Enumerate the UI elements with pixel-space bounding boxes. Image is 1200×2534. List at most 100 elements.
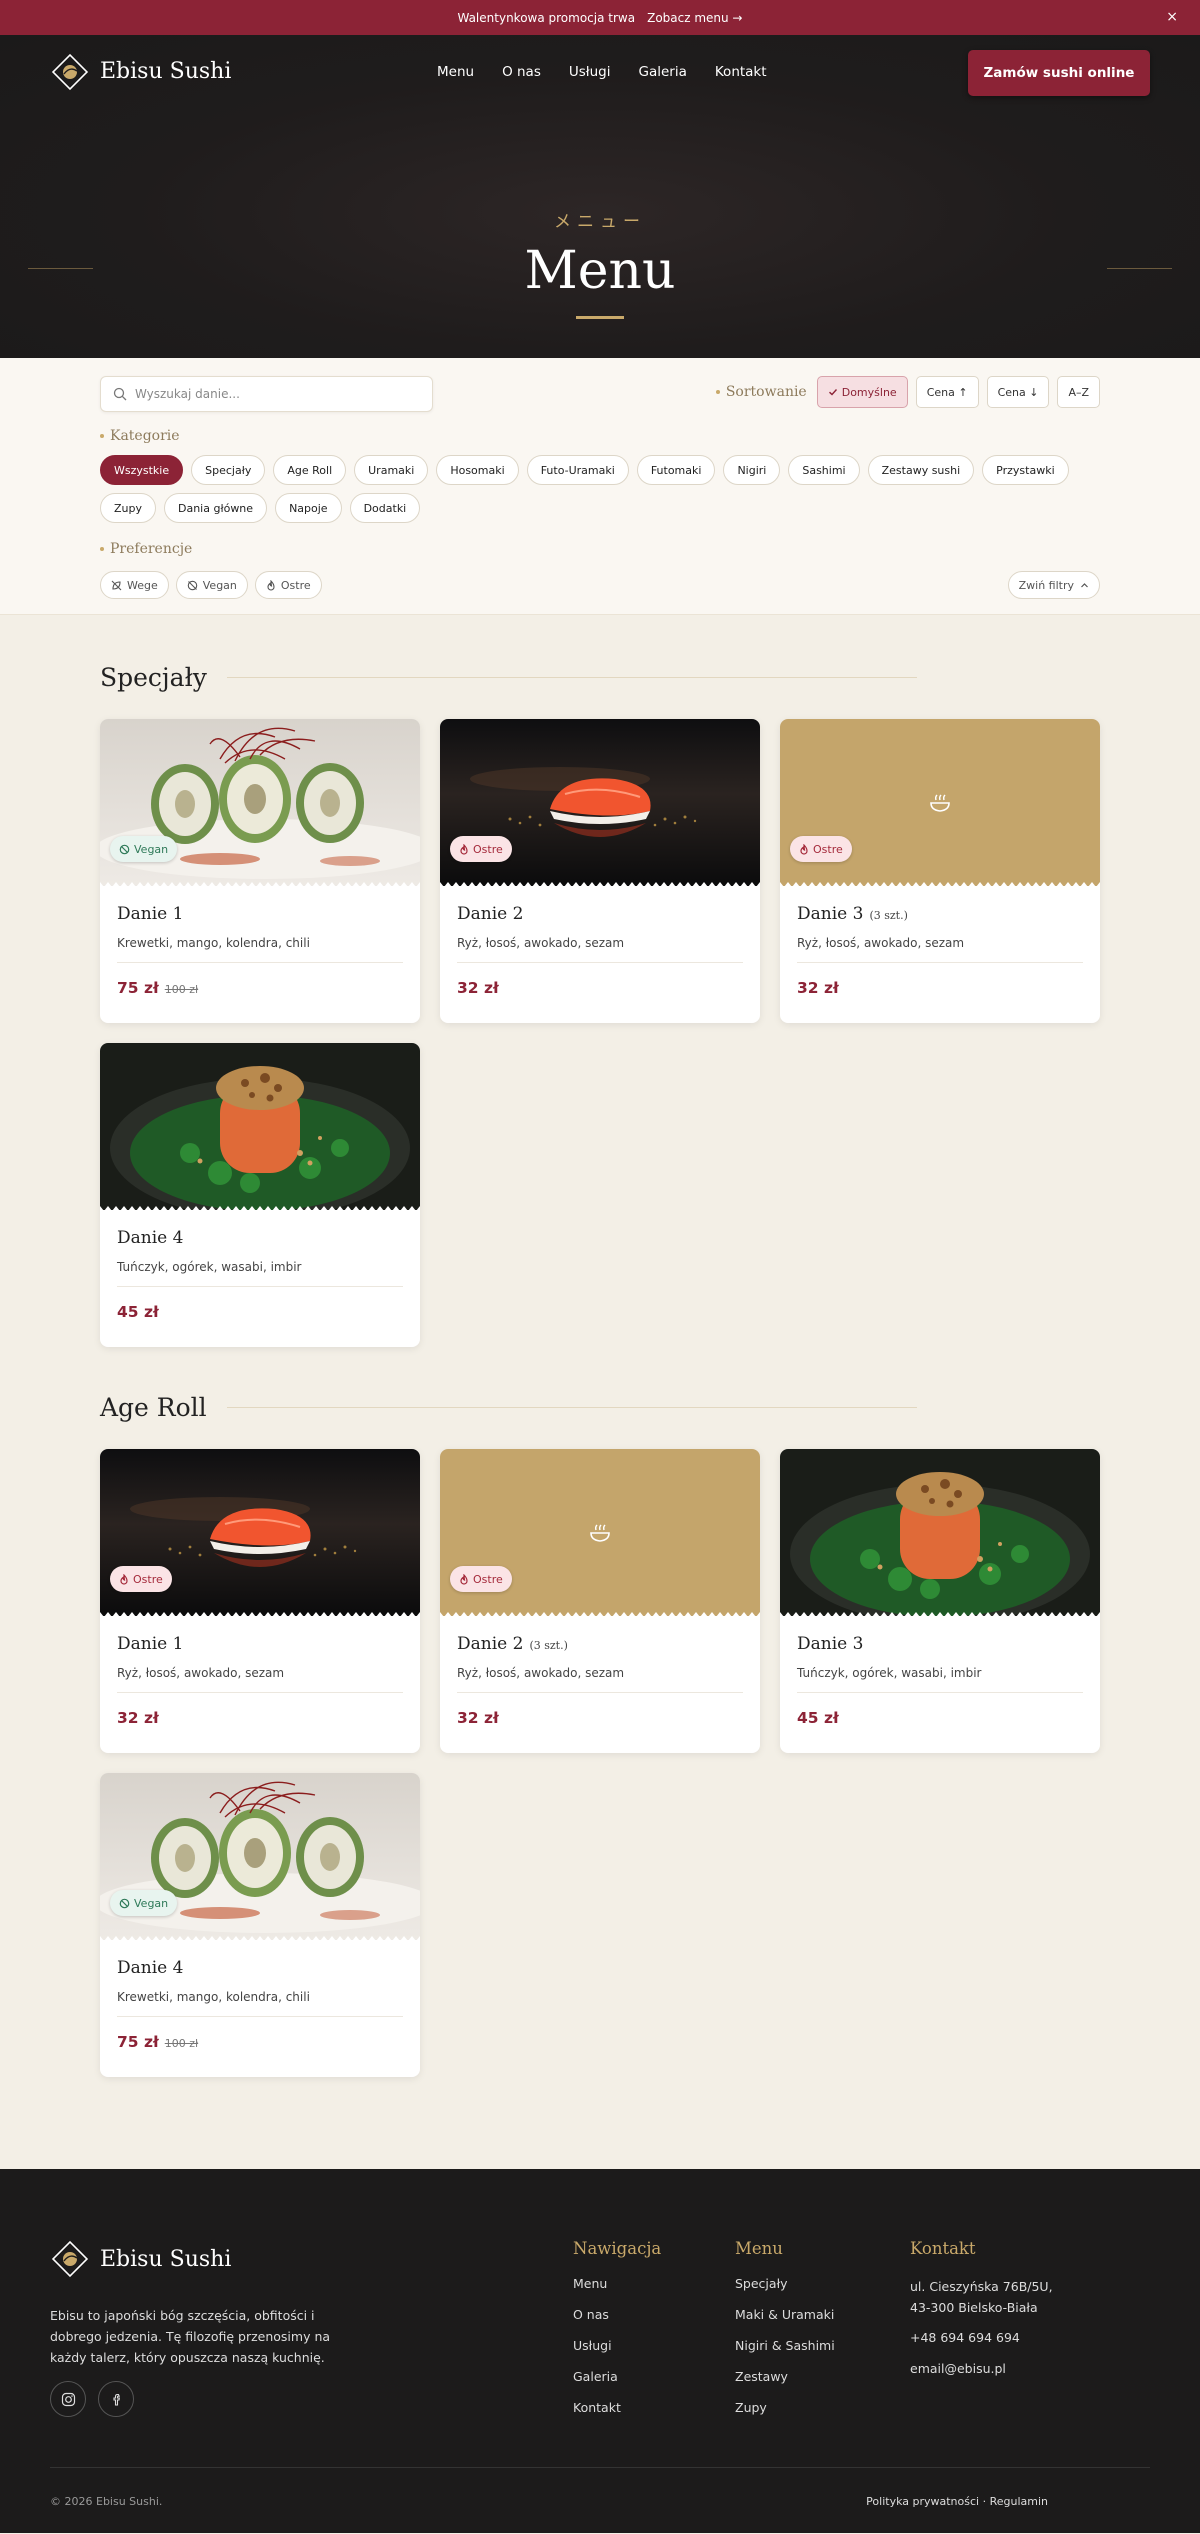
dish-price: 75 zł bbox=[117, 979, 159, 997]
footer-link[interactable]: Zestawy bbox=[735, 2369, 835, 2400]
chip-dania-glowne[interactable]: Dania główne bbox=[164, 493, 268, 523]
page-title: Menu bbox=[524, 241, 676, 301]
promo-text: Walentynkowa promocja trwa bbox=[457, 10, 636, 25]
dish-description: Ryż, łosoś, awokado, sezam bbox=[797, 936, 965, 950]
footer-link[interactable]: Kontakt bbox=[573, 2400, 661, 2431]
dish-image: Ostre bbox=[100, 1449, 420, 1616]
dish-old-price: 100 zł bbox=[164, 983, 199, 996]
nav-item-about[interactable]: O nas bbox=[502, 64, 541, 80]
dish-grid: Vegan Danie 1 Krewetki, mango, kolendra,… bbox=[100, 719, 1100, 1347]
facebook-icon[interactable] bbox=[98, 2381, 134, 2417]
chip-zupy[interactable]: Zupy bbox=[100, 493, 156, 523]
instagram-icon[interactable] bbox=[50, 2381, 86, 2417]
chip-specjaly[interactable]: Specjały bbox=[191, 455, 266, 485]
dish-card[interactable]: Danie 4 Tuńczyk, ogórek, wasabi, imbir 4… bbox=[100, 1043, 420, 1347]
vegan-off-icon bbox=[187, 580, 197, 590]
preference-chips: Wege Vegan Ostre bbox=[100, 571, 1100, 599]
footer-link[interactable]: Nigiri & Sashimi bbox=[735, 2338, 835, 2369]
logo-icon bbox=[50, 52, 90, 92]
footer-link[interactable]: Zupy bbox=[735, 2400, 835, 2431]
footer-link[interactable]: O nas bbox=[573, 2307, 661, 2338]
dish-photo bbox=[100, 1043, 420, 1210]
dish-quantity: (3 szt.) bbox=[869, 909, 908, 922]
collapse-filters-button[interactable]: Zwiń filtry bbox=[1007, 571, 1100, 599]
dish-name: Danie 3 (3 szt.) bbox=[797, 904, 908, 924]
footer-email[interactable]: email@ebisu.pl bbox=[910, 2361, 1053, 2392]
footer-divider bbox=[50, 2467, 1150, 2468]
sort-az-button[interactable]: A–Z bbox=[1057, 376, 1100, 408]
search-box[interactable] bbox=[100, 376, 433, 412]
preferences-label: Preferencje bbox=[100, 541, 192, 557]
footer-phone[interactable]: +48 694 694 694 bbox=[910, 2330, 1053, 2361]
dish-card[interactable]: Danie 3 Tuńczyk, ogórek, wasabi, imbir 4… bbox=[780, 1449, 1100, 1753]
chip-nigiri[interactable]: Nigiri bbox=[723, 455, 781, 485]
chip-przystawki[interactable]: Przystawki bbox=[982, 455, 1069, 485]
footer-link[interactable]: Menu bbox=[573, 2276, 661, 2307]
chip-futo-uramaki[interactable]: Futo-Uramaki bbox=[526, 455, 629, 485]
dish-name: Danie 4 bbox=[117, 1228, 184, 1248]
close-icon[interactable]: × bbox=[1166, 9, 1178, 25]
footer: Ebisu Sushi Ebisu to japoński bóg szczęś… bbox=[0, 2169, 1200, 2533]
flame-icon bbox=[120, 1573, 128, 1585]
ostre-badge: Ostre bbox=[450, 836, 512, 862]
chip-sashimi[interactable]: Sashimi bbox=[788, 455, 860, 485]
dish-card[interactable]: Ostre Danie 1 Ryż, łosoś, awokado, sezam… bbox=[100, 1449, 420, 1753]
chip-futomaki[interactable]: Futomaki bbox=[636, 455, 716, 485]
section-heading: Specjały bbox=[100, 657, 1100, 697]
flame-icon bbox=[460, 843, 468, 855]
pref-wege[interactable]: Wege bbox=[100, 571, 169, 599]
bowl-icon bbox=[930, 793, 950, 812]
dish-quantity: (3 szt.) bbox=[529, 1639, 568, 1652]
dish-image: Vegan bbox=[100, 1773, 420, 1940]
vegan-icon bbox=[119, 844, 130, 854]
footer-link[interactable]: Usługi bbox=[573, 2338, 661, 2369]
copyright: © 2026 Ebisu Sushi. bbox=[50, 2495, 163, 2508]
dish-card[interactable]: Ostre Danie 3 (3 szt.) Ryż, łosoś, awokad… bbox=[780, 719, 1100, 1023]
sort-default-button[interactable]: Domyślne bbox=[816, 376, 908, 408]
footer-link[interactable]: Galeria bbox=[573, 2369, 661, 2400]
order-online-button[interactable]: Zamów sushi online bbox=[968, 50, 1150, 96]
dish-image: Ostre bbox=[440, 1449, 760, 1616]
chip-wszystkie[interactable]: Wszystkie bbox=[100, 455, 184, 485]
footer-link[interactable]: Maki & Uramaki bbox=[735, 2307, 835, 2338]
nav-item-gallery[interactable]: Galeria bbox=[639, 64, 687, 80]
ostre-badge: Ostre bbox=[790, 836, 852, 862]
chip-age-roll[interactable]: Age Roll bbox=[273, 455, 347, 485]
footer-logo[interactable]: Ebisu Sushi bbox=[50, 2239, 231, 2279]
logo[interactable]: Ebisu Sushi bbox=[50, 52, 231, 92]
chip-hosomaki[interactable]: Hosomaki bbox=[436, 455, 519, 485]
search-input[interactable] bbox=[135, 387, 415, 401]
footer-link[interactable]: Specjały bbox=[735, 2276, 835, 2307]
pref-vegan[interactable]: Vegan bbox=[175, 571, 248, 599]
nav-item-contact[interactable]: Kontakt bbox=[715, 64, 767, 80]
logo-icon bbox=[50, 2239, 90, 2279]
dish-description: Ryż, łosoś, awokado, sezam bbox=[457, 936, 625, 950]
dish-description: Ryż, łosoś, awokado, sezam bbox=[457, 1666, 625, 1680]
dish-card[interactable]: Ostre Danie 2 Ryż, łosoś, awokado, sezam… bbox=[440, 719, 760, 1023]
footer-contact-title: Kontakt bbox=[910, 2239, 976, 2258]
dish-card[interactable]: Vegan Danie 1 Krewetki, mango, kolendra,… bbox=[100, 719, 420, 1023]
chip-zestawy-sushi[interactable]: Zestawy sushi bbox=[867, 455, 975, 485]
footer-contact-column: Kontakt ul. Cieszyńska 76B/5U, 43-300 Bi… bbox=[910, 2239, 1053, 2392]
dish-card[interactable]: Vegan Danie 4 Krewetki, mango, kolendra,… bbox=[100, 1773, 420, 2077]
legal-links[interactable]: Polityka prywatności · Regulamin bbox=[866, 2495, 1048, 2508]
pref-ostre[interactable]: Ostre bbox=[254, 571, 322, 599]
sort-price-desc-button[interactable]: Cena ↓ bbox=[986, 376, 1050, 408]
promo-link[interactable]: Zobacz menu → bbox=[647, 11, 742, 25]
sort-label: Sortowanie bbox=[715, 384, 807, 400]
sort-price-asc-button[interactable]: Cena ↑ bbox=[915, 376, 979, 408]
dish-name: Danie 4 bbox=[117, 1958, 184, 1978]
nav-item-menu[interactable]: Menu bbox=[437, 64, 474, 80]
dish-card[interactable]: Ostre Danie 2 (3 szt.) Ryż, łosoś, awokad… bbox=[440, 1449, 760, 1753]
hero-underline bbox=[576, 316, 624, 319]
chip-dodatki[interactable]: Dodatki bbox=[349, 493, 421, 523]
footer-menu-column: Menu Specjały Maki & Uramaki Nigiri & Sa… bbox=[735, 2239, 835, 2431]
flame-icon bbox=[800, 843, 808, 855]
dish-image: Vegan bbox=[100, 719, 420, 886]
check-icon bbox=[828, 389, 837, 396]
vegan-icon bbox=[119, 1898, 130, 1908]
chip-napoje[interactable]: Napoje bbox=[275, 493, 342, 523]
footer-nav-title: Nawigacja bbox=[573, 2239, 662, 2258]
nav-item-services[interactable]: Usługi bbox=[569, 64, 611, 80]
chip-uramaki[interactable]: Uramaki bbox=[354, 455, 429, 485]
